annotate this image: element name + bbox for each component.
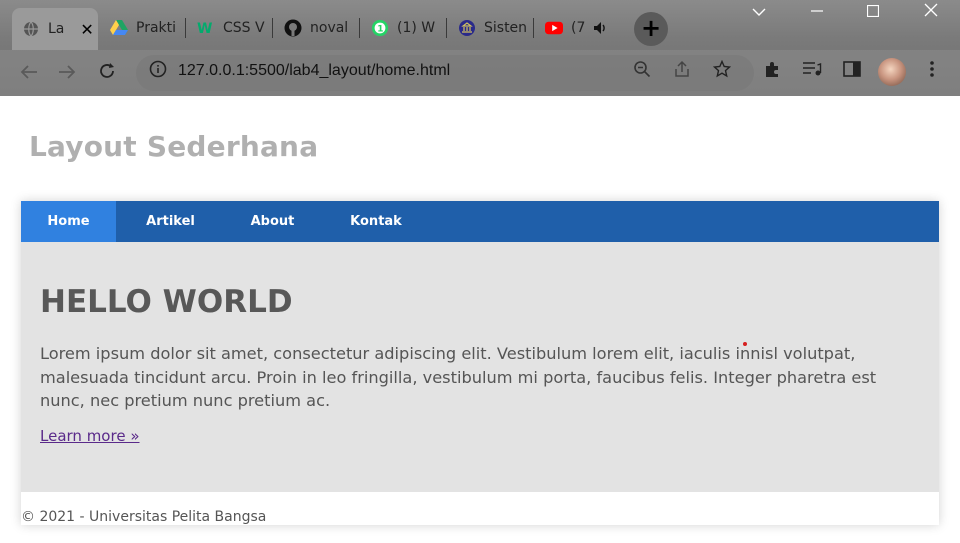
tab-sistem[interactable]: Sisten [448, 8, 534, 48]
google-drive-icon [110, 19, 128, 37]
extensions-icon[interactable] [760, 60, 784, 84]
tab-separator [446, 18, 447, 38]
github-icon [284, 19, 302, 37]
site-title: Layout Sederhana [29, 130, 319, 163]
new-tab-button[interactable]: + [634, 12, 668, 46]
tab-praktikum[interactable]: Prakti [100, 8, 186, 48]
tab-separator [533, 18, 534, 38]
tab-title: (1) W [397, 20, 436, 36]
browser-chrome: La ✕ Prakti W CSS V noval 1 (1) W Sisten… [0, 0, 960, 96]
close-tab-icon[interactable]: ✕ [80, 20, 93, 39]
media-control-icon[interactable] [800, 60, 824, 84]
cursor-dot [743, 342, 747, 346]
tab-css[interactable]: W CSS V [187, 8, 273, 48]
tab-search-chevron-icon[interactable] [736, 0, 782, 24]
side-panel-icon[interactable] [840, 60, 864, 84]
back-button[interactable] [16, 60, 42, 86]
hero-paragraph: Lorem ipsum dolor sit amet, consectetur … [40, 344, 877, 410]
nav-kontak[interactable]: Kontak [328, 201, 424, 242]
more-menu-icon[interactable] [920, 60, 944, 84]
tab-strip: La ✕ Prakti W CSS V noval 1 (1) W Sisten… [0, 0, 960, 50]
url-text[interactable]: 127.0.0.1:5500/lab4_layout/home.html [178, 62, 450, 80]
svg-text:W: W [197, 21, 212, 35]
tab-title: noval [310, 20, 349, 36]
globe-icon [22, 20, 40, 38]
nav-home[interactable]: Home [21, 201, 116, 242]
tab-title: La [48, 21, 65, 37]
w3schools-icon: W [197, 19, 215, 37]
reload-button[interactable] [94, 60, 120, 86]
nav-artikel[interactable]: Artikel [124, 201, 217, 242]
tab-title: Sisten [484, 20, 528, 36]
maximize-button[interactable] [850, 0, 896, 24]
site-info-icon[interactable] [146, 60, 170, 84]
svg-text:1: 1 [377, 25, 383, 35]
bookmark-star-icon[interactable] [710, 59, 734, 84]
plus-icon: + [640, 14, 662, 42]
hero-title: HELLO WORLD [40, 284, 293, 320]
tab-separator [272, 18, 273, 38]
youtube-icon [545, 19, 563, 37]
forward-button[interactable] [54, 60, 80, 86]
whatsapp-icon: 1 [371, 19, 389, 37]
tab-github[interactable]: noval [274, 8, 360, 48]
profile-avatar[interactable] [878, 58, 906, 86]
tab-title: Prakti [136, 20, 177, 36]
tab-separator [359, 18, 360, 38]
footer-text: © 2021 - Universitas Pelita Bangsa [21, 509, 267, 525]
minimize-button[interactable] [794, 0, 840, 24]
tab-title: (7 [571, 20, 586, 36]
learn-more-link[interactable]: Learn more » [40, 427, 140, 445]
close-window-button[interactable] [908, 0, 954, 24]
nav-about[interactable]: About [226, 201, 319, 242]
share-icon[interactable] [670, 60, 694, 84]
tab-active[interactable]: La ✕ [12, 8, 98, 50]
speaker-icon[interactable] [593, 21, 607, 35]
university-icon [458, 19, 476, 37]
main-nav: Home Artikel About Kontak [21, 201, 939, 242]
tab-title: CSS V [223, 20, 265, 36]
zoom-icon[interactable] [630, 60, 654, 84]
tab-whatsapp[interactable]: 1 (1) W [361, 8, 447, 48]
tab-youtube[interactable]: (7 [535, 8, 621, 48]
tab-separator [185, 18, 186, 38]
